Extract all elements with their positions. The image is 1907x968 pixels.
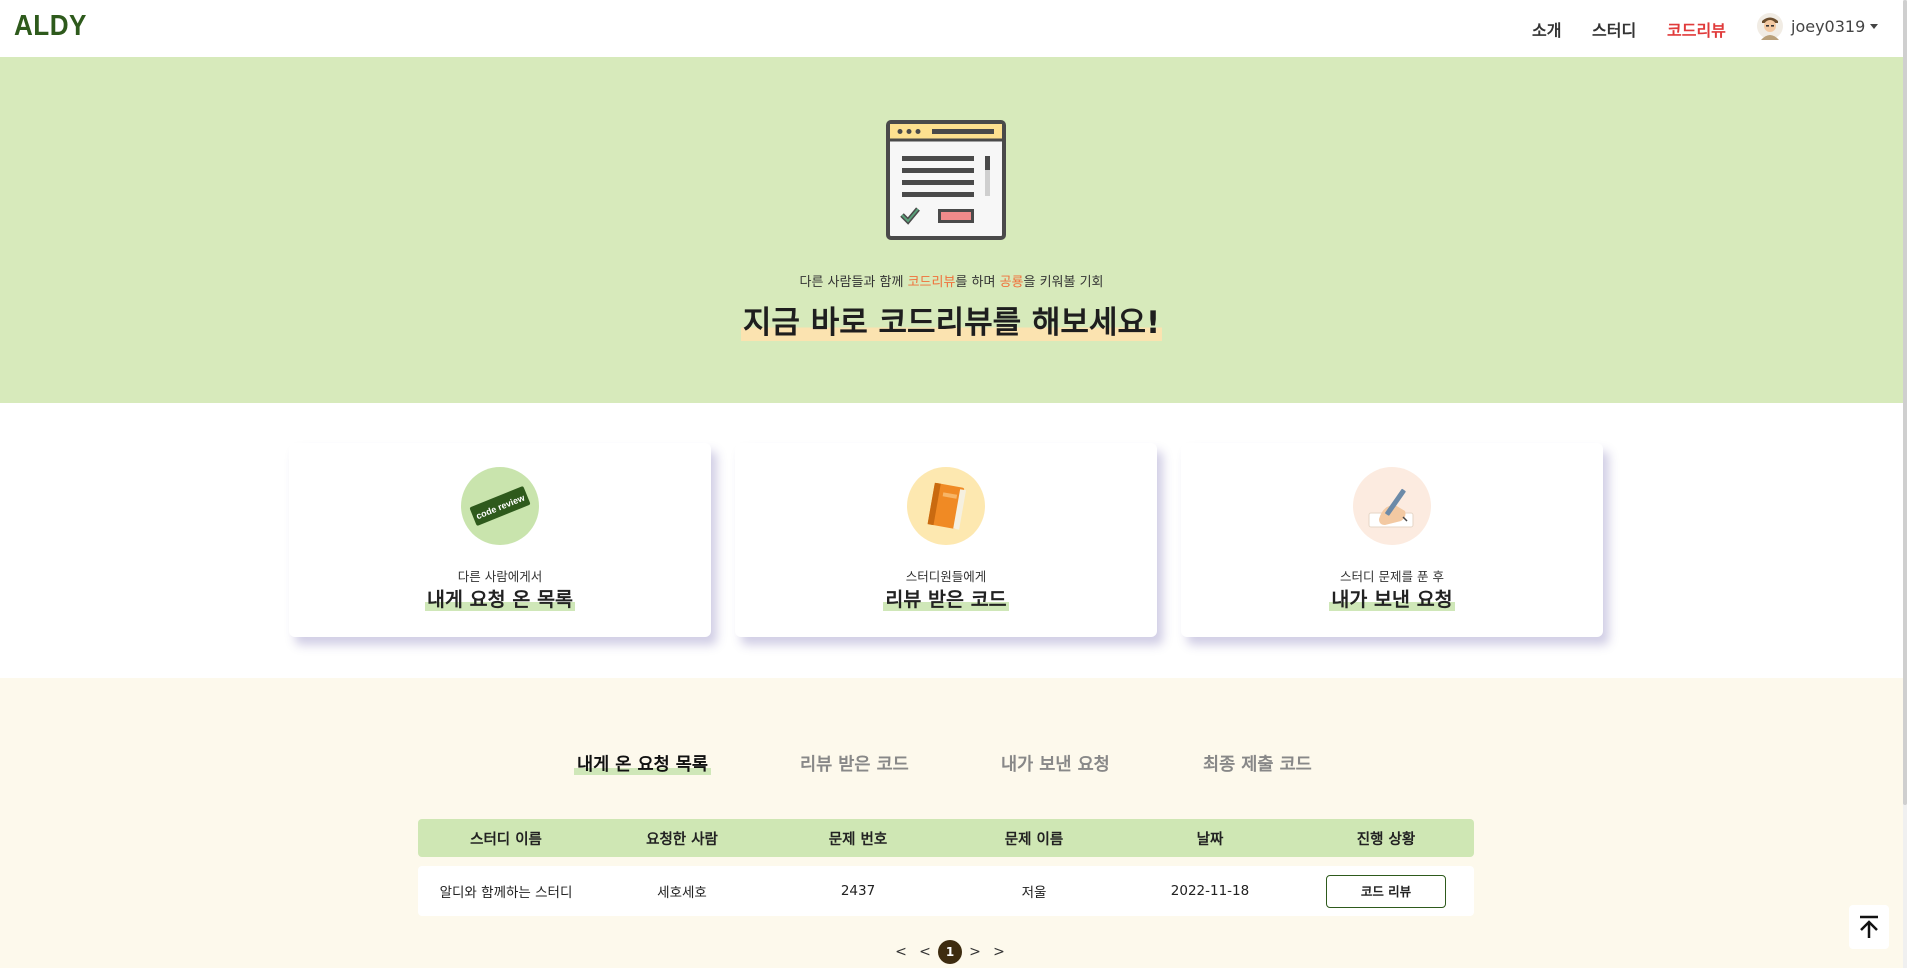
top-navbar: ALDY 소개 스터디 코드리뷰 joey0319 bbox=[0, 0, 1903, 57]
last-page-button[interactable]: > bbox=[987, 944, 1011, 960]
cell-status: 코드 리뷰 bbox=[1298, 874, 1474, 908]
first-page-button[interactable]: < bbox=[889, 944, 913, 960]
card-sent-requests[interactable]: 스터디 문제를 푼 후 내가 보낸 요청 bbox=[1181, 443, 1603, 637]
username: joey0319 bbox=[1791, 16, 1866, 36]
card-title-text: 내가 보낸 요청 bbox=[1329, 588, 1455, 611]
column-header-problem-name: 문제 이름 bbox=[1004, 831, 1064, 848]
column-header-status: 진행 상황 bbox=[1356, 831, 1416, 848]
column-header-requester: 요청한 사람 bbox=[646, 831, 718, 848]
card-title: 내가 보낸 요청 bbox=[1181, 583, 1603, 612]
hero-subtitle: 다른 사람들과 함께 코드리뷰를 하며 공룡을 키워볼 기회 bbox=[0, 271, 1903, 290]
scrollbar-thumb[interactable] bbox=[1903, 0, 1907, 805]
table-header: 스터디 이름 요청한 사람 문제 번호 문제 이름 날짜 진행 상황 bbox=[418, 819, 1474, 857]
card-title: 리뷰 받은 코드 bbox=[735, 583, 1157, 612]
column-header-date: 날짜 bbox=[1196, 831, 1224, 848]
card-title: 내게 요청 온 목록 bbox=[289, 583, 711, 612]
column-header-study: 스터디 이름 bbox=[470, 831, 542, 848]
code-review-tag-icon: code review bbox=[461, 467, 539, 545]
hero-banner: 다른 사람들과 함께 코드리뷰를 하며 공룡을 키워볼 기회 지금 바로 코드리… bbox=[0, 57, 1903, 403]
chevron-down-icon bbox=[1870, 23, 1879, 29]
cell-date: 2022-11-18 bbox=[1170, 883, 1250, 899]
tab-sent-requests[interactable]: 내가 보낸 요청 bbox=[1001, 751, 1110, 776]
pagination: < < 1 > > bbox=[889, 940, 1011, 964]
avatar bbox=[1757, 12, 1783, 40]
tab-label: 내게 온 요청 목록 bbox=[574, 755, 711, 775]
page-number-current[interactable]: 1 bbox=[938, 940, 962, 964]
hero-sub-text: 을 키워볼 기회 bbox=[1023, 275, 1104, 290]
hero-sub-text: 를 하며 bbox=[955, 275, 1000, 290]
hero-title-text: 지금 바로 코드리뷰를 해보세요! bbox=[740, 305, 1163, 341]
hero-sub-text: 다른 사람들과 함께 bbox=[799, 275, 908, 290]
cell-problem-name: 저울 bbox=[1021, 885, 1047, 901]
hero-sub-highlight-dino: 공룡 bbox=[999, 275, 1024, 290]
book-icon bbox=[907, 467, 985, 545]
tab-final-submission[interactable]: 최종 제출 코드 bbox=[1203, 751, 1312, 776]
tab-reviewed-code[interactable]: 리뷰 받은 코드 bbox=[800, 751, 909, 776]
card-title-text: 내게 요청 온 목록 bbox=[425, 588, 575, 611]
column-header-problem-no: 문제 번호 bbox=[828, 831, 888, 848]
cell-problem-no: 2437 bbox=[840, 883, 876, 899]
cell-study: 알디와 함께하는 스터디 bbox=[439, 885, 573, 901]
card-reviewed-code[interactable]: 스터디원들에게 리뷰 받은 코드 bbox=[735, 443, 1157, 637]
nav-link-study[interactable]: 스터디 bbox=[1592, 17, 1636, 41]
logo[interactable]: ALDY bbox=[14, 10, 87, 43]
requests-table: 스터디 이름 요청한 사람 문제 번호 문제 이름 날짜 진행 상황 알디와 함… bbox=[418, 819, 1474, 916]
scroll-to-top-button[interactable] bbox=[1849, 905, 1889, 949]
card-title-text: 리뷰 받은 코드 bbox=[883, 588, 1009, 611]
tab-requests-received[interactable]: 내게 온 요청 목록 bbox=[574, 751, 711, 776]
code-review-list-section: 내게 온 요청 목록 리뷰 받은 코드 내가 보낸 요청 최종 제출 코드 스터… bbox=[0, 678, 1903, 968]
hero-title: 지금 바로 코드리뷰를 해보세요! bbox=[0, 297, 1903, 342]
browser-checklist-icon bbox=[886, 120, 1006, 240]
arrow-up-to-top-icon bbox=[1860, 915, 1878, 938]
prev-page-button[interactable]: < bbox=[913, 944, 937, 960]
writing-hand-icon bbox=[1353, 467, 1431, 545]
code-review-button[interactable]: 코드 리뷰 bbox=[1326, 874, 1446, 908]
table-row: 알디와 함께하는 스터디 세호세호 2437 저울 2022-11-18 코드 … bbox=[418, 866, 1474, 916]
next-page-button[interactable]: > bbox=[963, 944, 987, 960]
nav-link-intro[interactable]: 소개 bbox=[1532, 17, 1561, 41]
user-menu[interactable]: joey0319 bbox=[1757, 12, 1879, 40]
card-requests-received[interactable]: code review 다른 사람에게서 내게 요청 온 목록 bbox=[289, 443, 711, 637]
hero-sub-highlight-code-review: 코드리뷰 bbox=[907, 275, 956, 290]
cell-requester: 세호세호 bbox=[657, 885, 707, 901]
nav-link-code-review[interactable]: 코드리뷰 bbox=[1667, 17, 1726, 41]
